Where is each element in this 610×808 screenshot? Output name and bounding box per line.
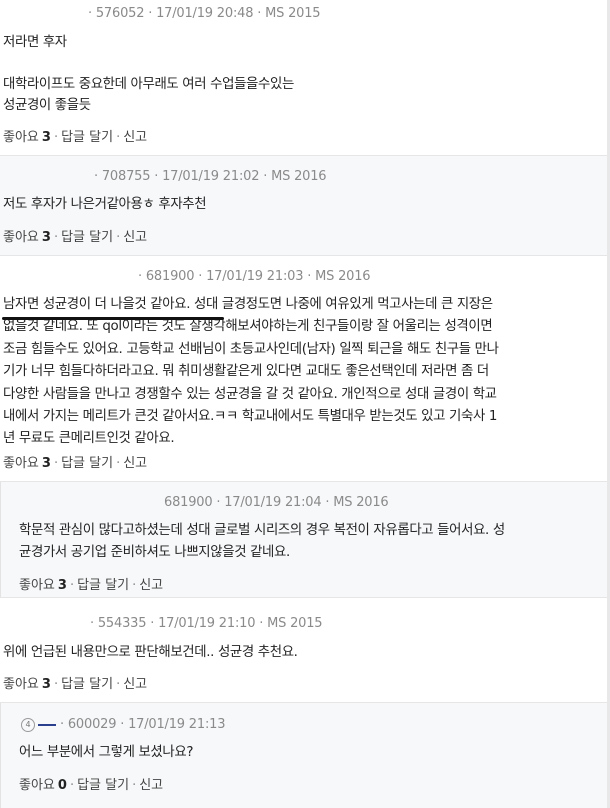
like-button[interactable]: 좋아요 0 [19, 778, 67, 793]
comment-681900: · 681900 · 17/01/19 21:03 · MS 2016 남자면 … [0, 256, 610, 481]
reply-button[interactable]: 답글 달기 [61, 677, 113, 692]
comment-line: 어느 부분에서 그렇게 보셨나요? [19, 745, 194, 760]
reply-button[interactable]: 답글 달기 [61, 130, 113, 145]
comment-line: 남자면 성균경이 더 나을것 같아요. 성대 글경정도면 나중에 여유있게 먹고… [3, 297, 493, 312]
like-button[interactable]: 좋아요 3 [3, 130, 51, 145]
like-count: 3 [41, 130, 51, 145]
highlight-underline [2, 317, 224, 320]
comment-meta: · 576052 · 17/01/19 20:48 · MS 2015 [88, 6, 321, 21]
comment-576052: · 576052 · 17/01/19 20:48 · MS 2015 저라면 … [0, 0, 610, 155]
comment-actions: 좋아요 3 · 답글 달기 · 신고 [19, 578, 164, 593]
comment-line [3, 54, 294, 76]
reply-button[interactable]: 답글 달기 [61, 230, 113, 245]
comment-line: 위에 언급된 내용만으로 판단해보건데.. 성균경 추천요. [3, 645, 298, 660]
comment-line: 성균경이 좋을듯 [3, 98, 91, 114]
like-count: 3 [57, 578, 67, 593]
like-count: 3 [41, 677, 51, 692]
comment-meta: · 554335 · 17/01/19 21:10 · MS 2015 [90, 616, 323, 631]
report-button[interactable]: 신고 [123, 230, 147, 245]
like-button[interactable]: 좋아요 3 [3, 230, 51, 245]
like-button[interactable]: 좋아요 3 [3, 677, 51, 692]
user-mark-icon [38, 723, 56, 726]
comment-line: 저라면 후자 [3, 35, 67, 50]
comment-600029: 4 · 600029 · 17/01/19 21:13 어느 부분에서 그렇게 보… [0, 703, 610, 808]
like-count: 0 [57, 778, 67, 793]
comment-line: 저도 후자가 나은거같아용ㅎ 후자추천 [3, 197, 207, 212]
comment-line: 학문적 관심이 많다고하셨는데 성대 글로벌 시리즈의 경우 복전이 자유롭다고… [19, 523, 505, 538]
report-button[interactable]: 신고 [123, 677, 147, 692]
comment-554335: · 554335 · 17/01/19 21:10 · MS 2015 위에 언… [0, 598, 610, 702]
comment-line: 기가 너무 힘들다하더라고요. 뭐 취미생활같은게 있다면 교대도 좋은선택인데… [3, 364, 489, 380]
like-count: 3 [41, 230, 51, 245]
comment-body: 위에 언급된 내용만으로 판단해보건데.. 성균경 추천요. [3, 642, 298, 664]
comment-meta: 681900 · 17/01/19 21:04 · MS 2016 [164, 495, 389, 510]
comment-body: 학문적 관심이 많다고하셨는데 성대 글로벌 시리즈의 경우 복전이 자유롭다고… [19, 520, 505, 564]
reply-button[interactable]: 답글 달기 [77, 578, 129, 593]
comment-meta: · 708755 · 17/01/19 21:02 · MS 2016 [94, 169, 327, 184]
comment-actions: 좋아요 3 · 답글 달기 · 신고 [3, 130, 148, 145]
comment-meta: 4 · 600029 · 17/01/19 21:13 [21, 717, 225, 732]
comment-actions: 좋아요 3 · 답글 달기 · 신고 [3, 677, 148, 692]
comment-line: 대학라이프도 중요한데 아무래도 여러 수업들을수있는 [3, 77, 294, 93]
comment-708755: · 708755 · 17/01/19 21:02 · MS 2016 저도 후… [0, 156, 610, 255]
comment-line: 균경가서 공기업 준비하셔도 나쁘지않을것 같네요. [19, 545, 290, 561]
comment-681900-reply: 681900 · 17/01/19 21:04 · MS 2016 학문적 관심… [0, 482, 610, 597]
reply-button[interactable]: 답글 달기 [77, 778, 129, 793]
like-button[interactable]: 좋아요 3 [3, 456, 51, 471]
report-button[interactable]: 신고 [139, 778, 163, 793]
report-button[interactable]: 신고 [139, 578, 163, 593]
comment-line: 년 무료도 큰메리트인것 같아요. [3, 431, 175, 447]
report-button[interactable]: 신고 [123, 130, 147, 145]
level-badge-icon: 4 [21, 717, 35, 732]
report-button[interactable]: 신고 [123, 456, 147, 471]
comment-actions: 좋아요 0 · 답글 달기 · 신고 [19, 778, 164, 793]
comment-line: 다양한 사람들을 만나고 경쟁할수 있는 성균경을 갈 것 같아요. 개인적으로… [3, 386, 497, 402]
reply-button[interactable]: 답글 달기 [61, 456, 113, 471]
comment-body: 어느 부분에서 그렇게 보셨나요? [19, 742, 193, 764]
comment-body: 저라면 후자 대학라이프도 중요한데 아무래도 여러 수업들을수있는 성균경이 … [3, 32, 294, 118]
comment-actions: 좋아요 3 · 답글 달기 · 신고 [3, 230, 148, 245]
comment-line: 내에서 가지는 메리트가 큰것 같아서요.ㅋㅋ 학교내에서도 특별대우 받는것도… [3, 409, 498, 425]
comment-line: 조금 힘들수도 있어요. 고등학교 선배님이 초등교사인데(남자) 일찍 퇴근을… [3, 341, 499, 357]
comment-body: 저도 후자가 나은거같아용ㅎ 후자추천 [3, 194, 207, 216]
like-button[interactable]: 좋아요 3 [19, 578, 67, 593]
comment-actions: 좋아요 3 · 답글 달기 · 신고 [3, 456, 148, 471]
comment-meta: · 681900 · 17/01/19 21:03 · MS 2016 [138, 269, 371, 284]
like-count: 3 [41, 456, 51, 471]
